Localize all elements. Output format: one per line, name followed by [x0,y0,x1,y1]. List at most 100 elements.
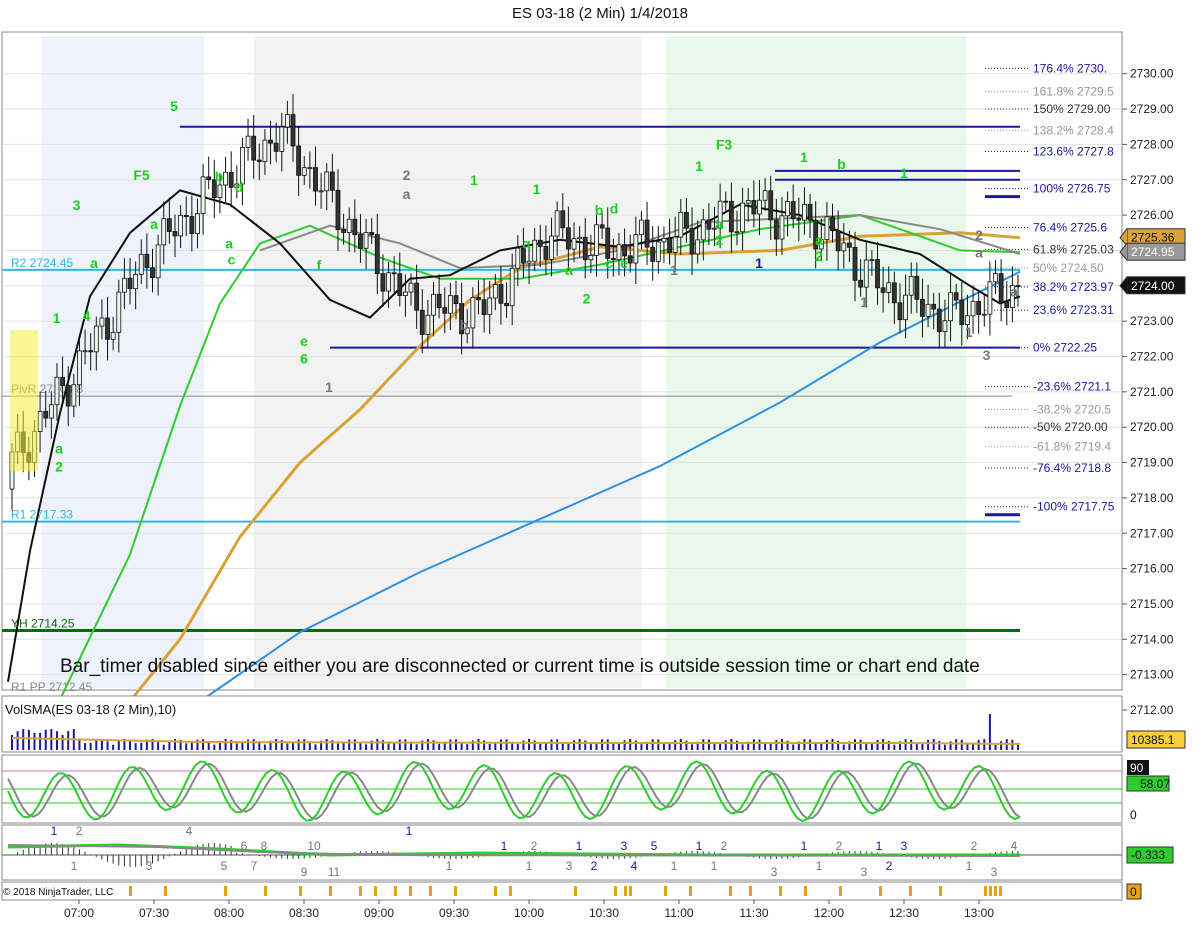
candle-body [571,238,577,250]
candle-body [363,232,369,249]
candle-body [54,376,60,406]
bottom-badge: 0 [1130,885,1137,899]
level-label: R1 PP 2712.45 [11,680,93,694]
candle-body [976,300,982,315]
candle-body [127,277,133,290]
marker-tick [749,886,752,896]
candle-body [830,216,835,232]
osc-wave-label: 2 [76,824,83,838]
y-tick-label: 2718.00 [1130,491,1174,505]
price-chart[interactable]: R2 2724.45PivR 2720.88R1 2717.33YH 2714.… [0,28,1200,952]
highlight-box [10,329,38,472]
marker-tick [264,886,267,896]
candle-body [273,142,279,152]
wave-label: c [605,255,613,271]
fib-label: 138.2% 2728.4 [1033,123,1114,137]
marker-tick [909,886,912,896]
candle-body [436,293,442,309]
candle-body [672,236,678,253]
candle-body [914,275,920,300]
osc-wave-label: 3 [566,859,573,873]
wave-label: F5 [133,167,150,183]
candle-body [425,314,431,335]
wave-label: a [90,255,98,271]
candle-body [684,211,689,229]
wave-label: 2 [715,232,723,248]
candle-body [594,224,599,256]
candle-body [313,167,318,192]
candle-body [178,214,184,237]
osc-wave-label: 2 [836,839,843,853]
candle-body [644,219,650,248]
candle-body [802,203,807,221]
candle-body [88,350,94,353]
candle-body [532,239,538,262]
marker-tick [629,886,632,896]
osc-wave-label: 3 [901,839,908,853]
candle-body [453,295,459,305]
y-tick-label: 2727.00 [1130,173,1174,187]
osc-wave-label: 1 [816,859,823,873]
candle-body [150,267,155,279]
y-tick-label: 2722.00 [1130,350,1174,364]
x-tick-label: 09:00 [364,906,394,920]
wave-label: 1 [900,165,908,181]
candle-body [723,200,729,203]
candle-body [419,309,425,335]
candle-body [77,350,82,386]
fib-label: 0% 2722.25 [1033,341,1097,355]
osc-wave-label: 1 [876,839,883,853]
osc-wave-label: 1 [696,839,703,853]
fib-label: 161.8% 2729.5 [1033,84,1114,98]
marker-tick [999,886,1002,896]
y-tick-label: 2713.00 [1130,668,1174,682]
wave-label: c [228,252,236,268]
osc-wave-label: 11 [328,865,341,879]
session-shade [41,36,204,688]
marker-tick [614,886,617,896]
osc-wave-label: 1 [501,839,508,853]
wave-label: a [150,216,158,232]
candle-body [880,287,886,293]
y-tick-label: 2726.00 [1130,208,1174,222]
y-tick-label: 2729.00 [1130,102,1174,116]
wave-label: 1 [53,310,61,326]
candle-body [908,275,914,296]
candle-body [875,259,880,289]
candle-body [172,231,178,237]
osc-wave-label: 1 [406,824,413,838]
candle-body [138,253,144,275]
osc-wave-label: 4 [631,859,638,873]
y-tick-label: 2720.00 [1130,420,1174,434]
candle-body [290,114,296,147]
osc-wave-label: 4 [186,824,193,838]
osc-wave-label: 1 [671,859,678,873]
candle-body [987,281,993,315]
bar-timer-message: Bar_timer disabled since either you are … [60,656,980,677]
chart-title: ES 03-18 (2 Min) 1/4/2018 [512,5,688,22]
candle-body [959,299,965,326]
candle-body [144,253,150,269]
wave-label: a [403,186,411,202]
candle-body [189,216,195,234]
candle-body [116,291,122,333]
marker-tick [574,886,577,896]
candle-body [504,302,509,307]
y-tick-label: 2716.00 [1130,562,1174,576]
candle-body [481,299,487,315]
osc-wave-label: 3 [861,865,868,879]
candle-body [99,317,105,327]
candle-body [549,235,554,260]
badge-last: 2724.00 [1131,279,1175,293]
osc-wave-label: 9 [301,865,308,879]
osc-wave-label: 5 [221,859,228,873]
candle-body [942,320,948,333]
wave-label: 1 [755,255,763,271]
candle-body [256,159,262,162]
fib-label: -61.8% 2719.4 [1033,440,1111,454]
candle-body [268,139,273,144]
candle-body [65,385,71,407]
osc-wave-label: 2 [721,839,728,853]
osc-wave-label: 4 [1011,839,1018,853]
copyright: © 2018 NinjaTrader, LLC [3,887,113,898]
